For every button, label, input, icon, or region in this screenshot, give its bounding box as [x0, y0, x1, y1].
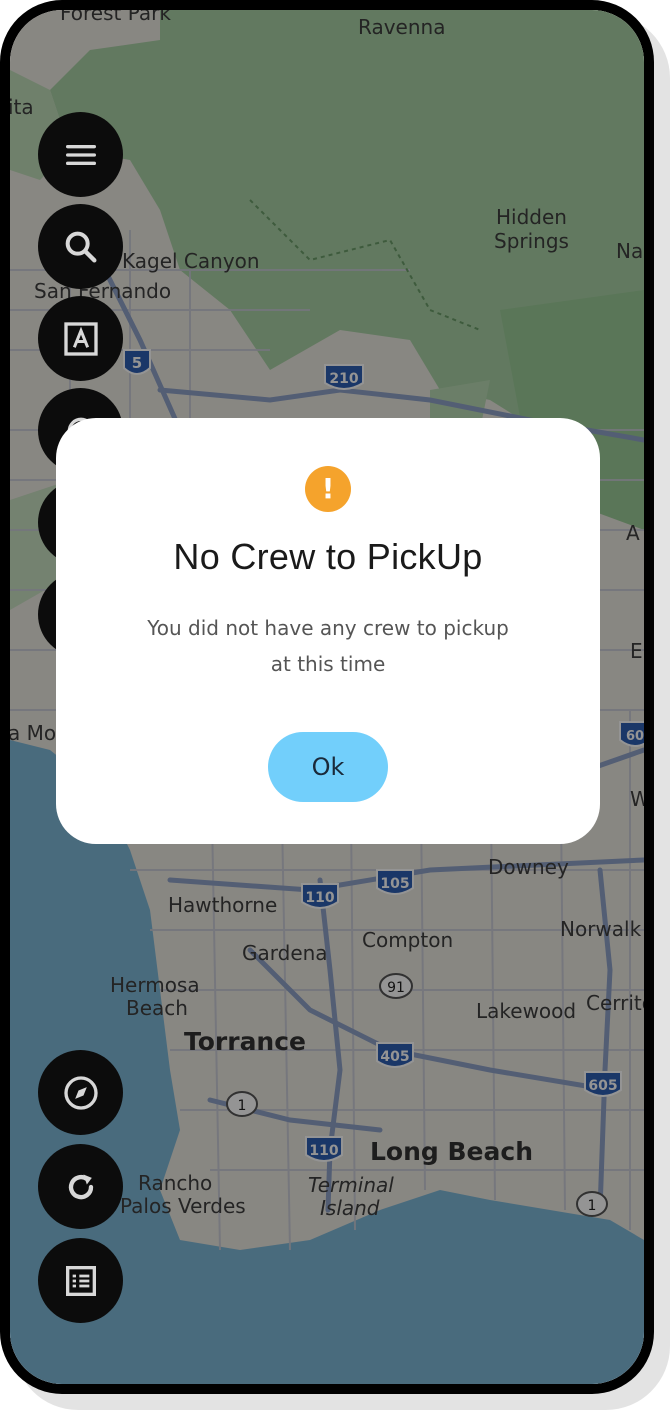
list-icon [65, 1265, 96, 1296]
refresh-button[interactable] [38, 1144, 123, 1229]
phone-frame: 5 210 110 105 91 405 605 1 110 1 60 Fore… [0, 0, 654, 1394]
search-icon [65, 231, 97, 262]
compass-button[interactable] [38, 1050, 123, 1135]
screen: 5 210 110 105 91 405 605 1 110 1 60 Fore… [10, 10, 644, 1384]
search-button[interactable] [38, 204, 123, 289]
compass-icon [63, 1075, 98, 1110]
dialog-message: You did not have any crew to pickup at t… [147, 616, 509, 676]
alert-dialog: ! No Crew to PickUp You did not have any… [56, 418, 600, 844]
dialog-title: No Crew to PickUp [173, 536, 483, 577]
map-labels-button[interactable] [38, 296, 123, 381]
menu-button[interactable] [38, 112, 123, 197]
text-box-icon [63, 321, 98, 356]
warning-icon: ! [305, 466, 351, 512]
list-button[interactable] [38, 1238, 123, 1323]
hamburger-icon [65, 144, 96, 165]
ok-button[interactable]: Ok [268, 732, 388, 802]
refresh-icon [68, 1174, 93, 1199]
